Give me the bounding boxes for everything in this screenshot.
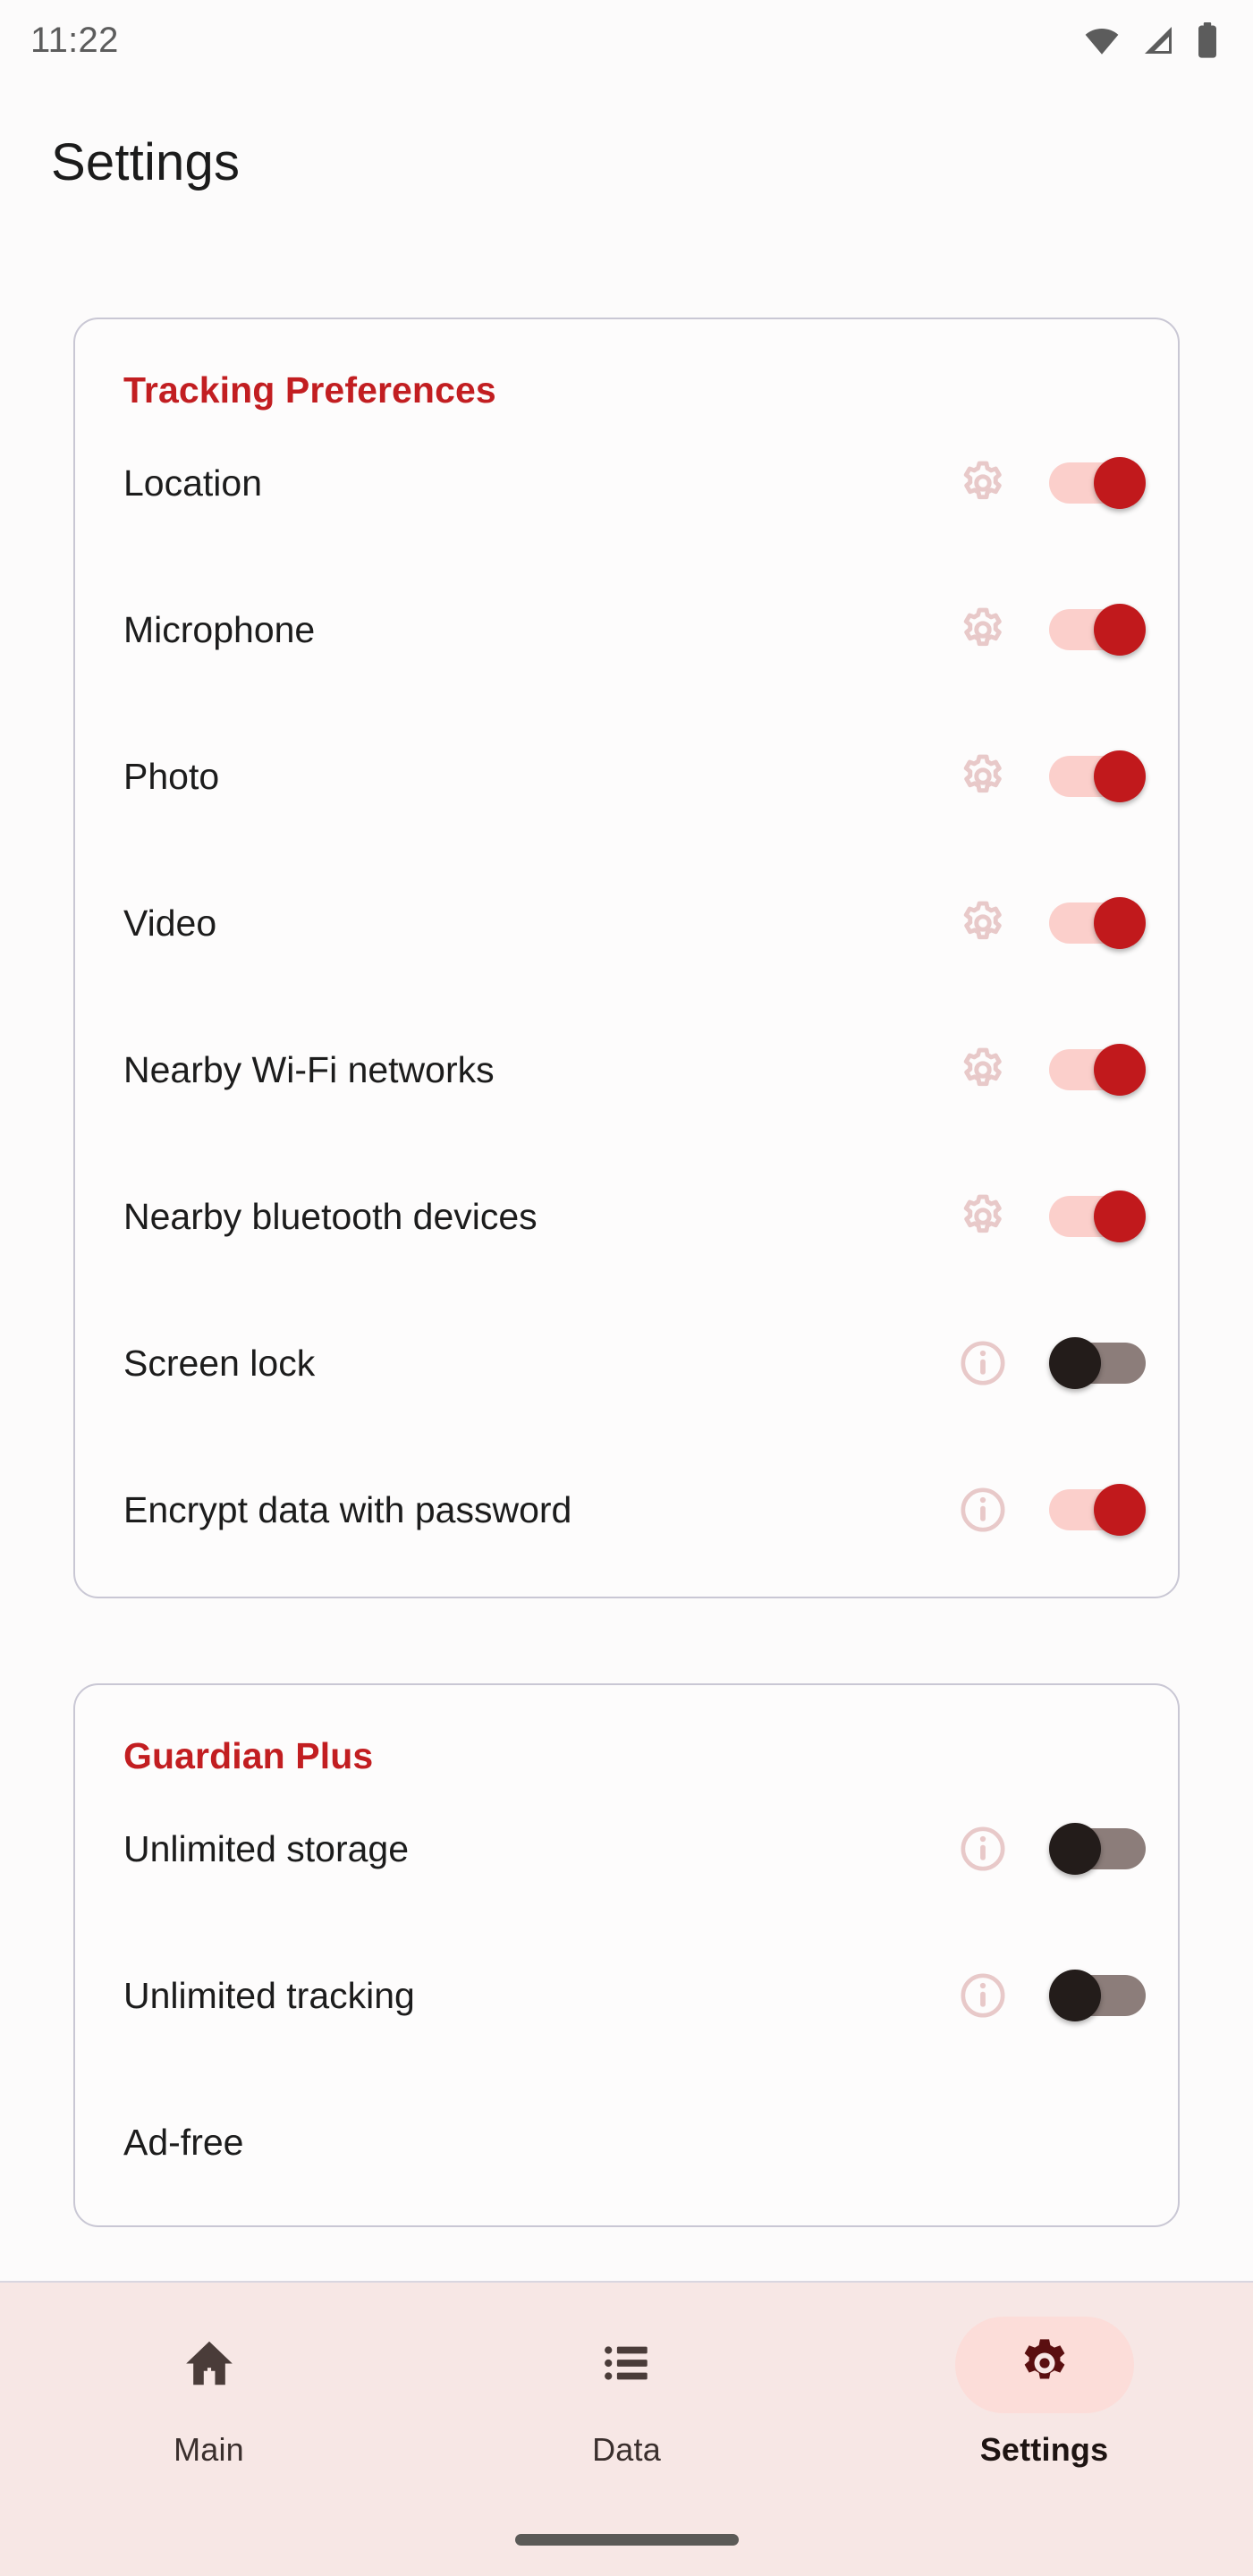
toggle-thumb [1094, 1044, 1146, 1096]
settings-toggle-switch[interactable] [1049, 604, 1146, 656]
info-icon[interactable] [958, 1970, 1008, 2021]
settings-row-controls [958, 1318, 1146, 1408]
gear-icon[interactable] [958, 898, 1008, 948]
toggle-thumb [1094, 1191, 1146, 1242]
gear-icon[interactable] [958, 605, 1008, 655]
settings-toggle-switch[interactable] [1049, 897, 1146, 949]
settings-row[interactable]: Location [75, 438, 1181, 528]
bottom-nav-label: Data [592, 2431, 661, 2468]
app-screen: 11:22 Settings Tracking Preferences Loca… [0, 0, 1253, 2576]
settings-row-label: Photo [123, 755, 220, 797]
settings-toggle-switch[interactable] [1049, 1044, 1146, 1096]
settings-row[interactable]: Photo [75, 732, 1181, 821]
card-title: Guardian Plus [123, 1735, 374, 1776]
settings-row[interactable]: Microphone [75, 585, 1181, 674]
settings-row-controls [958, 732, 1146, 821]
bottom-navigation-bar: Main Data Settings [0, 2281, 1253, 2576]
gear-icon[interactable] [958, 458, 1008, 508]
bottom-nav-label: Main [174, 2431, 244, 2468]
settings-row[interactable]: Unlimited storage [75, 1804, 1181, 1894]
settings-row[interactable]: Nearby bluetooth devices [75, 1172, 1181, 1261]
settings-row-label: Encrypt data with password [123, 1488, 572, 1530]
bottom-nav-pill [538, 2317, 716, 2413]
home-icon [182, 2335, 237, 2395]
info-icon[interactable] [958, 1824, 1008, 1874]
settings-toggle-switch[interactable] [1049, 1191, 1146, 1242]
settings-row-controls [958, 2097, 1146, 2187]
settings-toggle-switch[interactable] [1049, 1970, 1146, 2021]
settings-row[interactable]: Unlimited tracking [75, 1951, 1181, 2040]
settings-row[interactable]: Screen lock [75, 1318, 1181, 1408]
settings-row[interactable]: Nearby Wi-Fi networks [75, 1025, 1181, 1114]
settings-row-label: Microphone [123, 608, 316, 650]
settings-row[interactable]: Encrypt data with password [75, 1465, 1181, 1555]
settings-row-label: Nearby bluetooth devices [123, 1195, 538, 1237]
status-bar: 11:22 [0, 0, 1253, 80]
settings-row-label: Screen lock [123, 1342, 316, 1384]
settings-toggle-switch[interactable] [1049, 1484, 1146, 1536]
settings-row-controls [958, 1465, 1146, 1555]
settings-row-controls [958, 878, 1146, 968]
toggle-thumb [1094, 457, 1146, 509]
card-title: Tracking Preferences [123, 369, 496, 411]
list-icon [601, 2337, 653, 2394]
bottom-nav-items: Main Data Settings [0, 2283, 1253, 2506]
toggle-thumb [1049, 1823, 1101, 1875]
bottom-nav-pill [954, 2317, 1134, 2413]
toggle-thumb [1094, 1484, 1146, 1536]
status-bar-icons [1083, 21, 1219, 59]
settings-row-controls [958, 585, 1146, 674]
wifi-icon [1083, 21, 1121, 59]
gear-icon[interactable] [958, 1045, 1008, 1095]
toggle-placeholder [1049, 2116, 1146, 2168]
settings-row[interactable]: Ad-free [75, 2097, 1181, 2187]
gear-icon[interactable] [958, 1191, 1008, 1241]
settings-toggle-switch[interactable] [1049, 750, 1146, 802]
settings-row-controls [958, 1172, 1146, 1261]
home-indicator[interactable] [514, 2534, 739, 2546]
info-icon[interactable] [958, 1338, 1008, 1388]
settings-row-controls [958, 1025, 1146, 1114]
status-bar-clock: 11:22 [30, 20, 119, 60]
info-icon[interactable] [958, 1485, 1008, 1535]
settings-row-label: Ad-free [123, 2121, 244, 2163]
settings-row-label: Unlimited storage [123, 1827, 410, 1869]
bottom-nav-item-main[interactable]: Main [0, 2283, 418, 2506]
cellular-signal-icon [1140, 22, 1176, 58]
icon-placeholder [958, 2117, 1008, 2167]
settings-toggle-switch[interactable] [1049, 1337, 1146, 1389]
settings-scroll-area[interactable]: Tracking Preferences Location Microphone P… [0, 318, 1253, 2419]
settings-row-controls [958, 1951, 1146, 2040]
gear-icon [1016, 2334, 1073, 2396]
battery-icon [1196, 21, 1219, 59]
settings-card-tracking-preferences: Tracking Preferences Location Microphone P… [73, 318, 1180, 1598]
toggle-thumb [1094, 750, 1146, 802]
bottom-nav-pill [120, 2317, 299, 2413]
settings-row-controls [958, 438, 1146, 528]
bottom-nav-item-data[interactable]: Data [418, 2283, 835, 2506]
toggle-thumb [1094, 604, 1146, 656]
settings-toggle-switch[interactable] [1049, 1823, 1146, 1875]
toggle-thumb [1094, 897, 1146, 949]
settings-card-guardian-plus: Guardian Plus Unlimited storage Unlimited… [73, 1683, 1180, 2227]
settings-row-label: Video [123, 902, 217, 944]
toggle-thumb [1049, 1970, 1101, 2021]
settings-row-label: Location [123, 462, 263, 504]
page-title: Settings [51, 133, 241, 191]
gear-icon[interactable] [958, 751, 1008, 801]
settings-row-label: Unlimited tracking [123, 1974, 415, 2016]
settings-toggle-switch[interactable] [1049, 457, 1146, 509]
bottom-nav-item-settings[interactable]: Settings [835, 2283, 1253, 2506]
settings-row-label: Nearby Wi-Fi networks [123, 1048, 495, 1090]
toggle-thumb [1049, 1337, 1101, 1389]
settings-row[interactable]: Video [75, 878, 1181, 968]
settings-row-controls [958, 1804, 1146, 1894]
bottom-nav-label: Settings [979, 2431, 1109, 2468]
